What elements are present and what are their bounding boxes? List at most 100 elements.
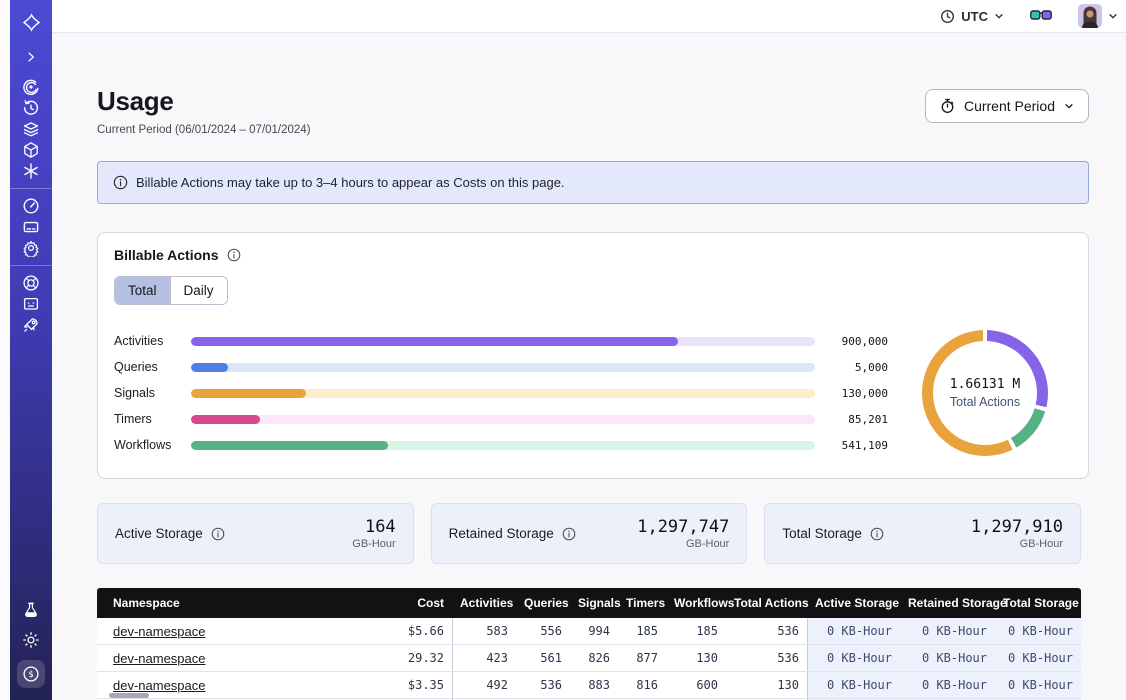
namespaces-icon[interactable] <box>17 77 45 97</box>
schedules-icon[interactable] <box>17 98 45 118</box>
temporal-logo-icon[interactable] <box>17 12 45 32</box>
col-namespace: Namespace <box>97 596 364 610</box>
cell-timers: 185 <box>618 618 666 644</box>
horizontal-scrollbar-thumb[interactable] <box>109 693 149 698</box>
storage-card: Retained Storage 1,297,747 GB-Hour <box>431 503 748 564</box>
bar-fill <box>191 441 388 450</box>
cell-cost: 29.32 <box>364 645 452 671</box>
account-menu[interactable] <box>1078 4 1118 28</box>
info-icon[interactable] <box>870 527 884 541</box>
page-title: Usage <box>97 86 311 117</box>
bar-label: Activities <box>114 334 180 348</box>
collapse-chevron-icon[interactable] <box>17 47 45 67</box>
rocket-icon[interactable] <box>17 315 45 335</box>
cell-active-storage: 0 KB-Hour <box>807 618 900 644</box>
feedback-glasses-icon[interactable] <box>1030 10 1052 23</box>
cell-queries: 561 <box>516 645 570 671</box>
user-avatar[interactable] <box>1078 4 1102 28</box>
bar-track <box>191 363 815 372</box>
banner-text: Billable Actions may take up to 3–4 hour… <box>136 175 565 190</box>
asterisk-icon[interactable] <box>17 161 45 181</box>
storage-card-value: 1,297,747 <box>637 517 729 537</box>
chevron-down-icon <box>1108 11 1118 21</box>
namespace-link[interactable]: dev-namespace <box>113 651 206 666</box>
storage-card-label: Retained Storage <box>449 526 554 541</box>
support-lifebuoy-icon[interactable] <box>17 273 45 293</box>
namespace-usage-table: Namespace Cost Activities Queries Signal… <box>97 588 1081 700</box>
col-signals: Signals <box>570 596 618 610</box>
table-body: dev-namespace $5.66 583 556 994 185 185 … <box>97 618 1081 699</box>
cell-workflows: 130 <box>666 645 726 671</box>
info-icon[interactable] <box>562 527 576 541</box>
col-retained-storage: Retained Storage <box>900 596 995 610</box>
storage-card-label: Active Storage <box>115 526 203 541</box>
storage-card: Active Storage 164 GB-Hour <box>97 503 414 564</box>
sidebar-divider <box>10 265 52 266</box>
terminal-icon[interactable] <box>17 294 45 314</box>
tab-daily[interactable]: Daily <box>170 277 227 304</box>
cell-queries: 556 <box>516 618 570 644</box>
info-icon[interactable] <box>227 248 241 262</box>
cube-icon[interactable] <box>17 140 45 160</box>
period-selector-label: Current Period <box>964 98 1055 114</box>
cell-active-storage: 0 KB-Hour <box>807 645 900 671</box>
bar-fill <box>191 415 260 424</box>
cell-signals: 883 <box>570 672 618 698</box>
bar-track <box>191 415 815 424</box>
page-subtitle: Current Period (06/01/2024 – 07/01/2024) <box>97 124 311 136</box>
settings-gear-icon[interactable] <box>17 238 45 258</box>
bar-track <box>191 441 815 450</box>
col-queries: Queries <box>516 596 570 610</box>
bar-row: Workflows 541,109 <box>114 432 888 458</box>
tab-total[interactable]: Total <box>115 277 170 304</box>
table-row: dev-namespace $5.66 583 556 994 185 185 … <box>97 618 1081 645</box>
cell-retained-storage: 0 KB-Hour <box>900 645 995 671</box>
cell-activities: 492 <box>452 672 516 698</box>
cell-timers: 877 <box>618 645 666 671</box>
bar-row: Queries 5,000 <box>114 354 888 380</box>
bar-label: Timers <box>114 412 180 426</box>
cell-queries: 536 <box>516 672 570 698</box>
clock-icon <box>940 9 955 24</box>
bar-fill <box>191 363 228 372</box>
gauge-icon[interactable] <box>17 196 45 216</box>
table-row: dev-namespace $3.35 492 536 883 816 600 … <box>97 672 1081 699</box>
billable-actions-card: Billable Actions Total Daily Activities … <box>97 232 1089 479</box>
info-icon[interactable] <box>211 527 225 541</box>
main-content: Usage Current Period (06/01/2024 – 07/01… <box>52 33 1126 700</box>
storage-card-unit: GB-Hour <box>637 538 729 550</box>
namespace-link[interactable]: dev-namespace <box>113 678 206 693</box>
table-row: dev-namespace 29.32 423 561 826 877 130 … <box>97 645 1081 672</box>
bar-fill <box>191 337 678 346</box>
usage-dollar-icon[interactable]: $ <box>17 660 45 688</box>
col-activities: Activities <box>452 596 516 610</box>
chevron-down-icon <box>1064 101 1074 111</box>
labs-flask-icon[interactable] <box>17 600 45 620</box>
cell-total-storage: 0 KB-Hour <box>995 645 1081 671</box>
cell-activities: 583 <box>452 618 516 644</box>
cell-activities: 423 <box>452 645 516 671</box>
window-left-margin <box>0 0 10 700</box>
theme-sun-icon[interactable] <box>17 630 45 650</box>
bar-row: Activities 900,000 <box>114 328 888 354</box>
timezone-selector[interactable]: UTC <box>940 9 1004 24</box>
storage-card-value: 1,297,910 <box>971 517 1063 537</box>
bar-track <box>191 337 815 346</box>
cell-workflows: 185 <box>666 618 726 644</box>
cell-total-actions: 130 <box>726 672 807 698</box>
cell-retained-storage: 0 KB-Hour <box>900 672 995 698</box>
timezone-label: UTC <box>961 9 988 24</box>
cell-timers: 816 <box>618 672 666 698</box>
billable-actions-title: Billable Actions <box>114 247 219 263</box>
billing-card-icon[interactable] <box>17 217 45 237</box>
bar-label: Queries <box>114 360 180 374</box>
layers-icon[interactable] <box>17 119 45 139</box>
table-header-row: Namespace Cost Activities Queries Signal… <box>97 588 1081 618</box>
col-active-storage: Active Storage <box>807 596 900 610</box>
namespace-link[interactable]: dev-namespace <box>113 624 206 639</box>
info-banner: Billable Actions may take up to 3–4 hour… <box>97 161 1089 204</box>
bar-value: 85,201 <box>826 413 888 426</box>
bar-fill <box>191 389 306 398</box>
cell-workflows: 600 <box>666 672 726 698</box>
period-selector-button[interactable]: Current Period <box>925 89 1089 123</box>
